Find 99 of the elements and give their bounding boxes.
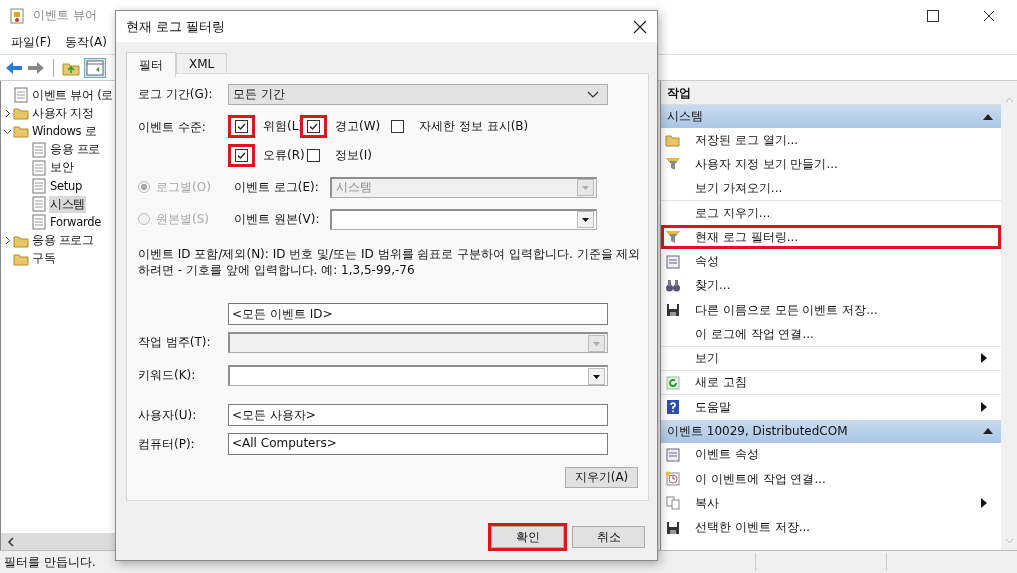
submenu-arrow-icon xyxy=(981,402,987,413)
status-text: 필터를 만듭니다. xyxy=(3,553,96,571)
tree-item[interactable]: Forwarde xyxy=(49,214,102,231)
tree-item[interactable]: 시스템 xyxy=(49,195,87,213)
back-arrow-icon[interactable] xyxy=(5,59,23,76)
tree-item[interactable]: Setup xyxy=(49,178,83,195)
field-label: 사용자(U): xyxy=(138,406,198,424)
checkbox[interactable] xyxy=(307,149,320,162)
tree-item[interactable]: 이벤트 뷰어 (로 xyxy=(31,86,115,104)
input-field[interactable]: <모든 이벤트 ID> xyxy=(228,303,608,325)
refresh-icon xyxy=(665,374,681,391)
folder-icon xyxy=(665,132,681,149)
collapse-arrow-icon[interactable] xyxy=(983,113,993,120)
tree-item[interactable]: 구독 xyxy=(31,250,57,268)
chevron-down-icon xyxy=(587,90,599,99)
field-label: 이벤트 수준: xyxy=(138,119,207,136)
action-item[interactable]: 로그 지우기... xyxy=(661,200,1001,226)
forward-arrow-icon[interactable] xyxy=(27,59,45,76)
menu-item[interactable]: 동작(A) xyxy=(65,34,107,51)
action-item[interactable]: 찾기... xyxy=(661,273,1001,299)
checkbox-label: 자세한 정보 표시(B) xyxy=(419,118,529,135)
action-item[interactable]: 저장된 로그 열기... xyxy=(661,128,1001,153)
window-title: 이벤트 뷰어 xyxy=(33,7,97,24)
cancel-button[interactable]: 취소 xyxy=(572,526,645,548)
log-icon xyxy=(31,141,47,158)
clear-button[interactable]: 지우기(A) xyxy=(565,467,638,488)
panel-header: 작업 xyxy=(661,81,1001,105)
action-item[interactable]: 사용자 지정 보기 만들기... xyxy=(661,152,1001,177)
tree-item[interactable]: Windows 로 xyxy=(31,122,98,140)
log-icon xyxy=(13,87,29,104)
action-item[interactable]: 복사 xyxy=(661,491,1001,516)
action-item[interactable]: 보기 가져오기... xyxy=(661,176,1001,201)
panel-toggle-icon[interactable] xyxy=(84,57,106,78)
dialog-title: 현재 로그 필터링 xyxy=(126,17,226,36)
field-label: 키워드(K): xyxy=(138,367,197,384)
log-icon xyxy=(31,196,47,213)
action-item[interactable]: 현재 로그 필터링... xyxy=(661,225,1001,250)
submenu-arrow-icon xyxy=(981,353,987,364)
checkbox[interactable] xyxy=(307,120,320,133)
action-item[interactable]: 이 로그에 작업 연결... xyxy=(661,322,1001,347)
copy-icon xyxy=(665,495,681,512)
field-label: 이벤트 원본(V): xyxy=(234,210,321,228)
section-header[interactable]: 시스템 xyxy=(661,105,1001,128)
log-icon xyxy=(31,214,47,231)
radio-label: 로그별(O) xyxy=(156,178,211,196)
floppy-icon xyxy=(665,519,681,536)
action-item[interactable]: 다른 이름으로 모든 이벤트 저장... xyxy=(661,298,1001,323)
maximize-icon[interactable] xyxy=(927,9,939,22)
tree-item[interactable]: 사용자 지정 xyxy=(31,104,95,122)
log-icon xyxy=(31,178,47,195)
field-label: 로그 기간(G): xyxy=(138,86,214,103)
floppy-icon xyxy=(665,302,681,319)
checkbox[interactable] xyxy=(235,149,248,162)
action-item[interactable]: 이벤트 속성 xyxy=(661,442,1001,467)
field-label: 컴퓨터(P): xyxy=(138,435,196,453)
checkbox[interactable] xyxy=(391,120,404,133)
properties-icon xyxy=(665,253,681,270)
menu-item[interactable]: 파일(F) xyxy=(11,34,52,51)
field-label: 작업 범주(T): xyxy=(138,334,212,351)
section-title: 이벤트 10029, DistributedCOM xyxy=(667,422,848,440)
action-item[interactable]: 새로 고침 xyxy=(661,370,1001,396)
description-text: 이벤트 ID 포함/제외(N): ID 번호 및/또는 ID 범위를 쉼표로 구분하여 입력합니다. 기준을 제외하려면 - 기호를 앞에 입력합니다. 예: 1,3,5-99,-76 xyxy=(138,246,642,278)
scroll-left-icon[interactable] xyxy=(7,536,15,547)
action-item[interactable]: 이 이벤트에 작업 연결... xyxy=(661,466,1001,492)
action-item[interactable]: 속성 xyxy=(661,249,1001,274)
input-field[interactable]: <All Computers> xyxy=(228,433,608,455)
checkbox[interactable] xyxy=(235,120,248,133)
tree-item[interactable]: 보안 xyxy=(49,159,75,177)
tab[interactable]: XML xyxy=(176,53,228,75)
close-icon[interactable] xyxy=(983,9,995,22)
action-item[interactable]: 보기 xyxy=(661,346,1001,371)
ok-button[interactable]: 확인 xyxy=(491,526,564,548)
clock-icon xyxy=(665,471,681,487)
section-header[interactable]: 이벤트 10029, DistributedCOM xyxy=(661,419,1001,443)
action-item[interactable]: 선택한 이벤트 저장... xyxy=(661,515,1001,540)
close-icon[interactable] xyxy=(633,19,647,34)
tree-item[interactable]: 응용 프로그 xyxy=(31,232,95,250)
checkbox-label: 오류(R) xyxy=(263,147,305,164)
log-icon xyxy=(31,159,47,176)
checkbox-label: 정보(I) xyxy=(335,147,372,164)
dropdown[interactable]: 모든 기간 xyxy=(228,84,608,105)
action-item[interactable]: 도움말 xyxy=(661,395,1001,420)
event-viewer-icon xyxy=(9,7,25,24)
properties-icon xyxy=(665,446,681,463)
section-title: 시스템 xyxy=(667,108,703,125)
tree-item[interactable]: 응용 프로 xyxy=(49,141,102,159)
tab[interactable]: 필터 xyxy=(126,52,176,77)
checkbox-label: 경고(W) xyxy=(335,118,381,135)
filter-icon xyxy=(665,229,681,246)
submenu-arrow-icon xyxy=(981,498,987,509)
folder-icon xyxy=(13,123,29,140)
binoculars-icon xyxy=(665,277,681,294)
field-label: 이벤트 로그(E): xyxy=(234,178,320,196)
folder-icon xyxy=(13,105,29,122)
collapse-arrow-icon[interactable] xyxy=(983,428,993,435)
filter-icon xyxy=(665,156,681,173)
input-field[interactable]: <모든 사용자> xyxy=(228,404,608,426)
help-icon xyxy=(665,399,681,416)
radio-label: 원본별(S) xyxy=(156,210,209,228)
